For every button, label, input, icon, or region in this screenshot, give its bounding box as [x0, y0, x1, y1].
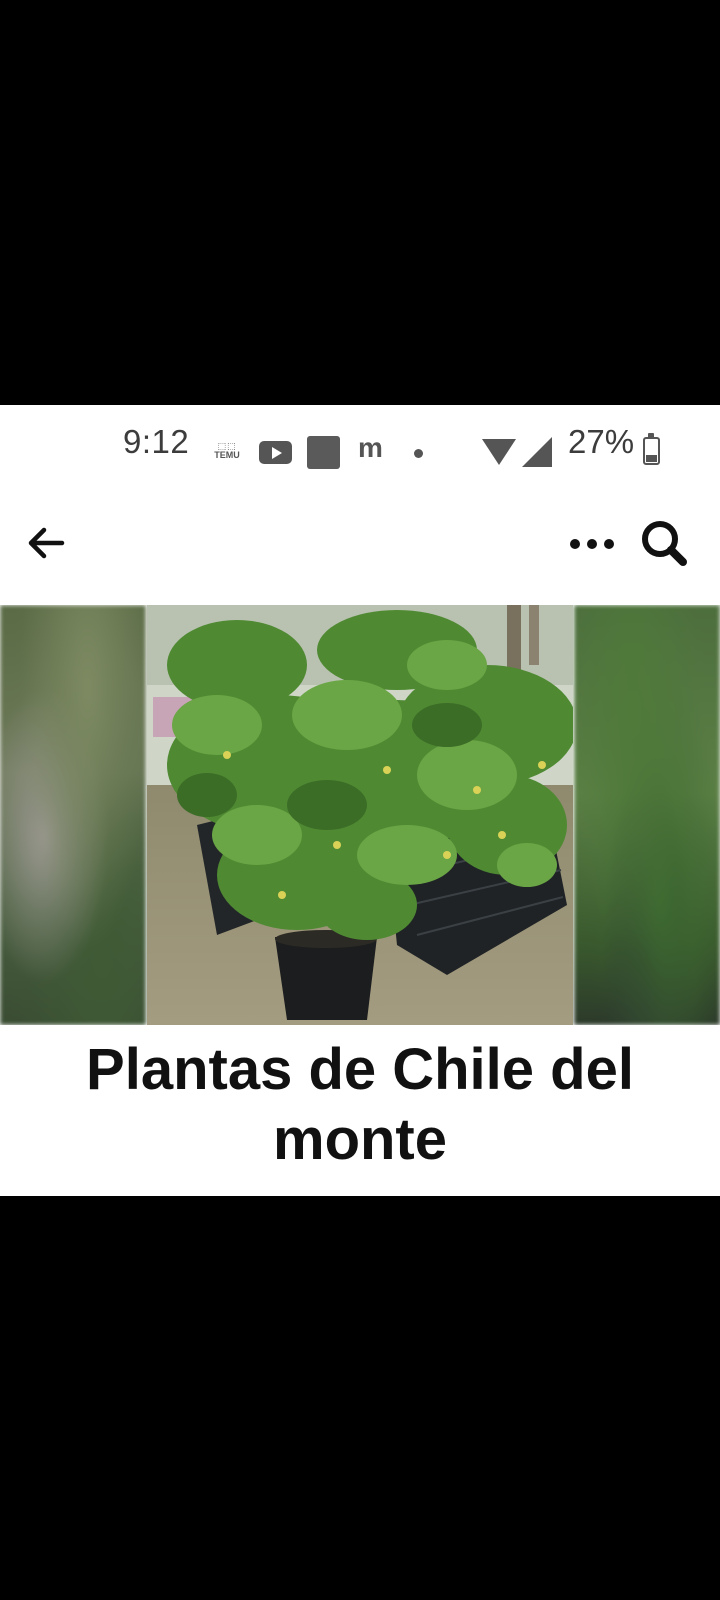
- image-gallery[interactable]: [0, 605, 720, 1025]
- temu-icon: ⬚⬚ TEMU: [210, 442, 244, 464]
- m-app-icon: m: [358, 432, 383, 463]
- search-icon: [642, 521, 687, 566]
- battery-percent: 27%: [568, 423, 635, 460]
- black-letterbox-bottom: [0, 1196, 720, 1600]
- gallery-blur-left: [0, 605, 146, 1025]
- wifi-icon: [482, 439, 516, 465]
- arrow-left-icon: [28, 527, 65, 559]
- status-bar: 9:12 ⬚⬚ TEMU m 27%: [0, 405, 720, 495]
- more-horizontal-icon: [570, 539, 580, 549]
- app-screen: 9:12 ⬚⬚ TEMU m 27% Plantas de Chile del …: [0, 405, 720, 1196]
- search-button[interactable]: [638, 515, 690, 571]
- listing-photo[interactable]: [147, 605, 573, 1025]
- dot-icon: [414, 449, 423, 458]
- gallery-blur-right: [574, 605, 720, 1025]
- listing-title: Plantas de Chile del monte: [86, 1037, 634, 1172]
- signal-icon: [522, 437, 552, 467]
- youtube-icon: [259, 441, 292, 464]
- temu-label: TEMU: [214, 450, 240, 460]
- black-letterbox-top: [0, 0, 720, 405]
- back-button[interactable]: [22, 519, 70, 567]
- status-time: 9:12: [123, 423, 190, 460]
- top-app-bar: [0, 495, 720, 605]
- more-options-button[interactable]: [566, 519, 618, 567]
- app-icon: [307, 436, 340, 469]
- battery-icon: [643, 433, 660, 465]
